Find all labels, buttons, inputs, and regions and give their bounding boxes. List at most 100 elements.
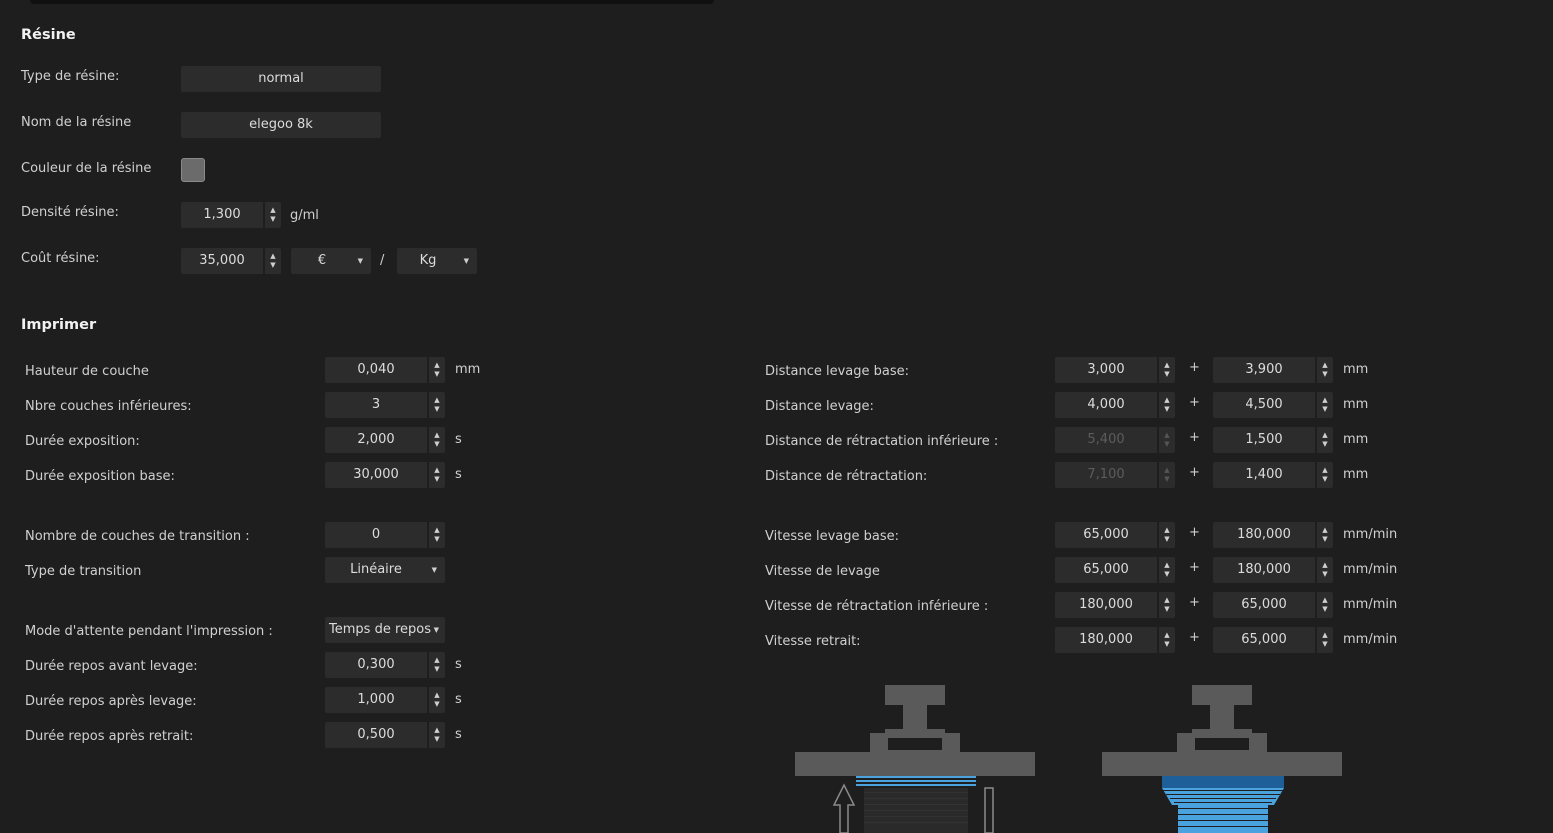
spinbox-value[interactable]: 3 [325, 392, 427, 418]
print-right-spinbox[interactable]: 65,000 ▲ ▼ [1213, 592, 1333, 618]
spinbox-stepper[interactable]: ▲ ▼ [1159, 592, 1175, 618]
chevron-down-icon[interactable]: ▼ [1317, 476, 1333, 483]
spinbox-stepper[interactable]: ▲ ▼ [429, 722, 445, 748]
spinbox-stepper[interactable]: ▲ ▼ [1317, 357, 1333, 383]
spinbox-stepper[interactable]: ▲ ▼ [429, 392, 445, 418]
spinbox-stepper[interactable]: ▲ ▼ [429, 652, 445, 678]
chevron-up-icon[interactable]: ▲ [1159, 527, 1175, 534]
chevron-down-icon[interactable]: ▼ [1159, 536, 1175, 543]
chevron-down-icon[interactable]: ▼ [429, 536, 445, 543]
spinbox-value[interactable]: 4,500 [1213, 392, 1315, 418]
spinbox-stepper[interactable]: ▲ ▼ [1159, 427, 1175, 453]
print-left-spinbox[interactable]: 30,000 ▲ ▼ [325, 462, 445, 488]
chevron-down-icon[interactable]: ▼ [1317, 536, 1333, 543]
spinbox-stepper[interactable]: ▲ ▼ [1317, 627, 1333, 653]
spinbox-value[interactable]: 0,300 [325, 652, 427, 678]
chevron-up-icon[interactable]: ▲ [1317, 597, 1333, 604]
chevron-down-icon[interactable]: ▼ [1317, 641, 1333, 648]
resin-cost-value[interactable]: 35,000 [181, 248, 263, 274]
currency-dropdown[interactable]: € ▼ [291, 248, 371, 274]
print-right-spinbox[interactable]: 180,000 ▲ ▼ [1055, 627, 1175, 653]
chevron-up-icon[interactable]: ▲ [1159, 397, 1175, 404]
spinbox-value[interactable]: 65,000 [1213, 627, 1315, 653]
spinbox-stepper[interactable]: ▲ ▼ [1159, 522, 1175, 548]
spinbox-stepper[interactable]: ▲ ▼ [429, 687, 445, 713]
print-left-spinbox[interactable]: 0 ▲ ▼ [325, 522, 445, 548]
chevron-down-icon[interactable]: ▼ [1159, 371, 1175, 378]
chevron-up-icon[interactable]: ▲ [1159, 562, 1175, 569]
spinbox-value[interactable]: 65,000 [1055, 522, 1157, 548]
chevron-down-icon[interactable]: ▼ [1159, 606, 1175, 613]
chevron-up-icon[interactable]: ▲ [1317, 397, 1333, 404]
chevron-down-icon[interactable]: ▼ [1317, 441, 1333, 448]
print-right-spinbox[interactable]: 7,100 ▲ ▼ [1055, 462, 1175, 488]
resin-density-value[interactable]: 1,300 [181, 202, 263, 228]
chevron-up-icon[interactable]: ▲ [1317, 362, 1333, 369]
spinbox-stepper[interactable]: ▲ ▼ [1317, 392, 1333, 418]
spinbox-value[interactable]: 1,500 [1213, 427, 1315, 453]
chevron-down-icon[interactable]: ▼ [429, 371, 445, 378]
chevron-down-icon[interactable]: ▼ [1317, 406, 1333, 413]
chevron-down-icon[interactable]: ▼ [1317, 606, 1333, 613]
chevron-down-icon[interactable]: ▼ [1159, 571, 1175, 578]
spinbox-stepper[interactable]: ▲ ▼ [429, 357, 445, 383]
spinbox-value[interactable]: 180,000 [1055, 592, 1157, 618]
chevron-down-icon[interactable]: ▼ [429, 701, 445, 708]
spinbox-value[interactable]: 30,000 [325, 462, 427, 488]
chevron-down-icon[interactable]: ▼ [265, 262, 281, 269]
spinbox-value[interactable]: 180,000 [1055, 627, 1157, 653]
chevron-up-icon[interactable]: ▲ [429, 432, 445, 439]
chevron-down-icon[interactable]: ▼ [1159, 476, 1175, 483]
spinbox-value[interactable]: 0 [325, 522, 427, 548]
chevron-up-icon[interactable]: ▲ [1159, 632, 1175, 639]
spinbox-value[interactable]: 180,000 [1213, 522, 1315, 548]
spinbox-value[interactable]: 180,000 [1213, 557, 1315, 583]
chevron-up-icon[interactable]: ▲ [429, 397, 445, 404]
chevron-up-icon[interactable]: ▲ [429, 467, 445, 474]
spinbox-stepper[interactable]: ▲ ▼ [1317, 557, 1333, 583]
print-left-spinbox[interactable]: 1,000 ▲ ▼ [325, 687, 445, 713]
chevron-down-icon[interactable]: ▼ [1159, 441, 1175, 448]
chevron-up-icon[interactable]: ▲ [429, 657, 445, 664]
wait-mode-dropdown[interactable]: Temps de repos ▼ [325, 617, 445, 643]
chevron-down-icon[interactable]: ▼ [265, 216, 281, 223]
chevron-up-icon[interactable]: ▲ [1159, 362, 1175, 369]
print-right-spinbox[interactable]: 180,000 ▲ ▼ [1213, 522, 1333, 548]
chevron-down-icon[interactable]: ▼ [429, 476, 445, 483]
resin-name-field[interactable]: elegoo 8k [181, 112, 381, 138]
spinbox-value[interactable]: 0,040 [325, 357, 427, 383]
chevron-up-icon[interactable]: ▲ [1317, 467, 1333, 474]
spinbox-value[interactable]: 65,000 [1055, 557, 1157, 583]
spinbox-value[interactable]: 3,900 [1213, 357, 1315, 383]
chevron-up-icon[interactable]: ▲ [265, 207, 281, 214]
print-right-spinbox[interactable]: 4,500 ▲ ▼ [1213, 392, 1333, 418]
chevron-down-icon[interactable]: ▼ [1159, 641, 1175, 648]
resin-cost-stepper[interactable]: ▲ ▼ [265, 248, 281, 274]
spinbox-stepper[interactable]: ▲ ▼ [429, 427, 445, 453]
spinbox-value[interactable]: 5,400 [1055, 427, 1157, 453]
chevron-up-icon[interactable]: ▲ [1159, 432, 1175, 439]
print-left-spinbox[interactable]: 2,000 ▲ ▼ [325, 427, 445, 453]
print-right-spinbox[interactable]: 3,000 ▲ ▼ [1055, 357, 1175, 383]
print-right-spinbox[interactable]: 4,000 ▲ ▼ [1055, 392, 1175, 418]
print-right-spinbox[interactable]: 1,500 ▲ ▼ [1213, 427, 1333, 453]
chevron-up-icon[interactable]: ▲ [429, 692, 445, 699]
spinbox-stepper[interactable]: ▲ ▼ [1317, 522, 1333, 548]
chevron-down-icon[interactable]: ▼ [429, 441, 445, 448]
chevron-up-icon[interactable]: ▲ [1317, 527, 1333, 534]
spinbox-stepper[interactable]: ▲ ▼ [1159, 627, 1175, 653]
chevron-up-icon[interactable]: ▲ [429, 362, 445, 369]
chevron-up-icon[interactable]: ▲ [1317, 632, 1333, 639]
transition-type-dropdown[interactable]: Linéaire ▼ [325, 557, 445, 583]
print-right-spinbox[interactable]: 65,000 ▲ ▼ [1055, 557, 1175, 583]
resin-color-swatch[interactable] [181, 158, 205, 182]
chevron-down-icon[interactable]: ▼ [1159, 406, 1175, 413]
chevron-up-icon[interactable]: ▲ [429, 727, 445, 734]
spinbox-stepper[interactable]: ▲ ▼ [1159, 357, 1175, 383]
chevron-down-icon[interactable]: ▼ [1317, 371, 1333, 378]
chevron-down-icon[interactable]: ▼ [429, 406, 445, 413]
print-right-spinbox[interactable]: 65,000 ▲ ▼ [1213, 627, 1333, 653]
chevron-down-icon[interactable]: ▼ [429, 736, 445, 743]
chevron-up-icon[interactable]: ▲ [1317, 562, 1333, 569]
print-right-spinbox[interactable]: 180,000 ▲ ▼ [1055, 592, 1175, 618]
